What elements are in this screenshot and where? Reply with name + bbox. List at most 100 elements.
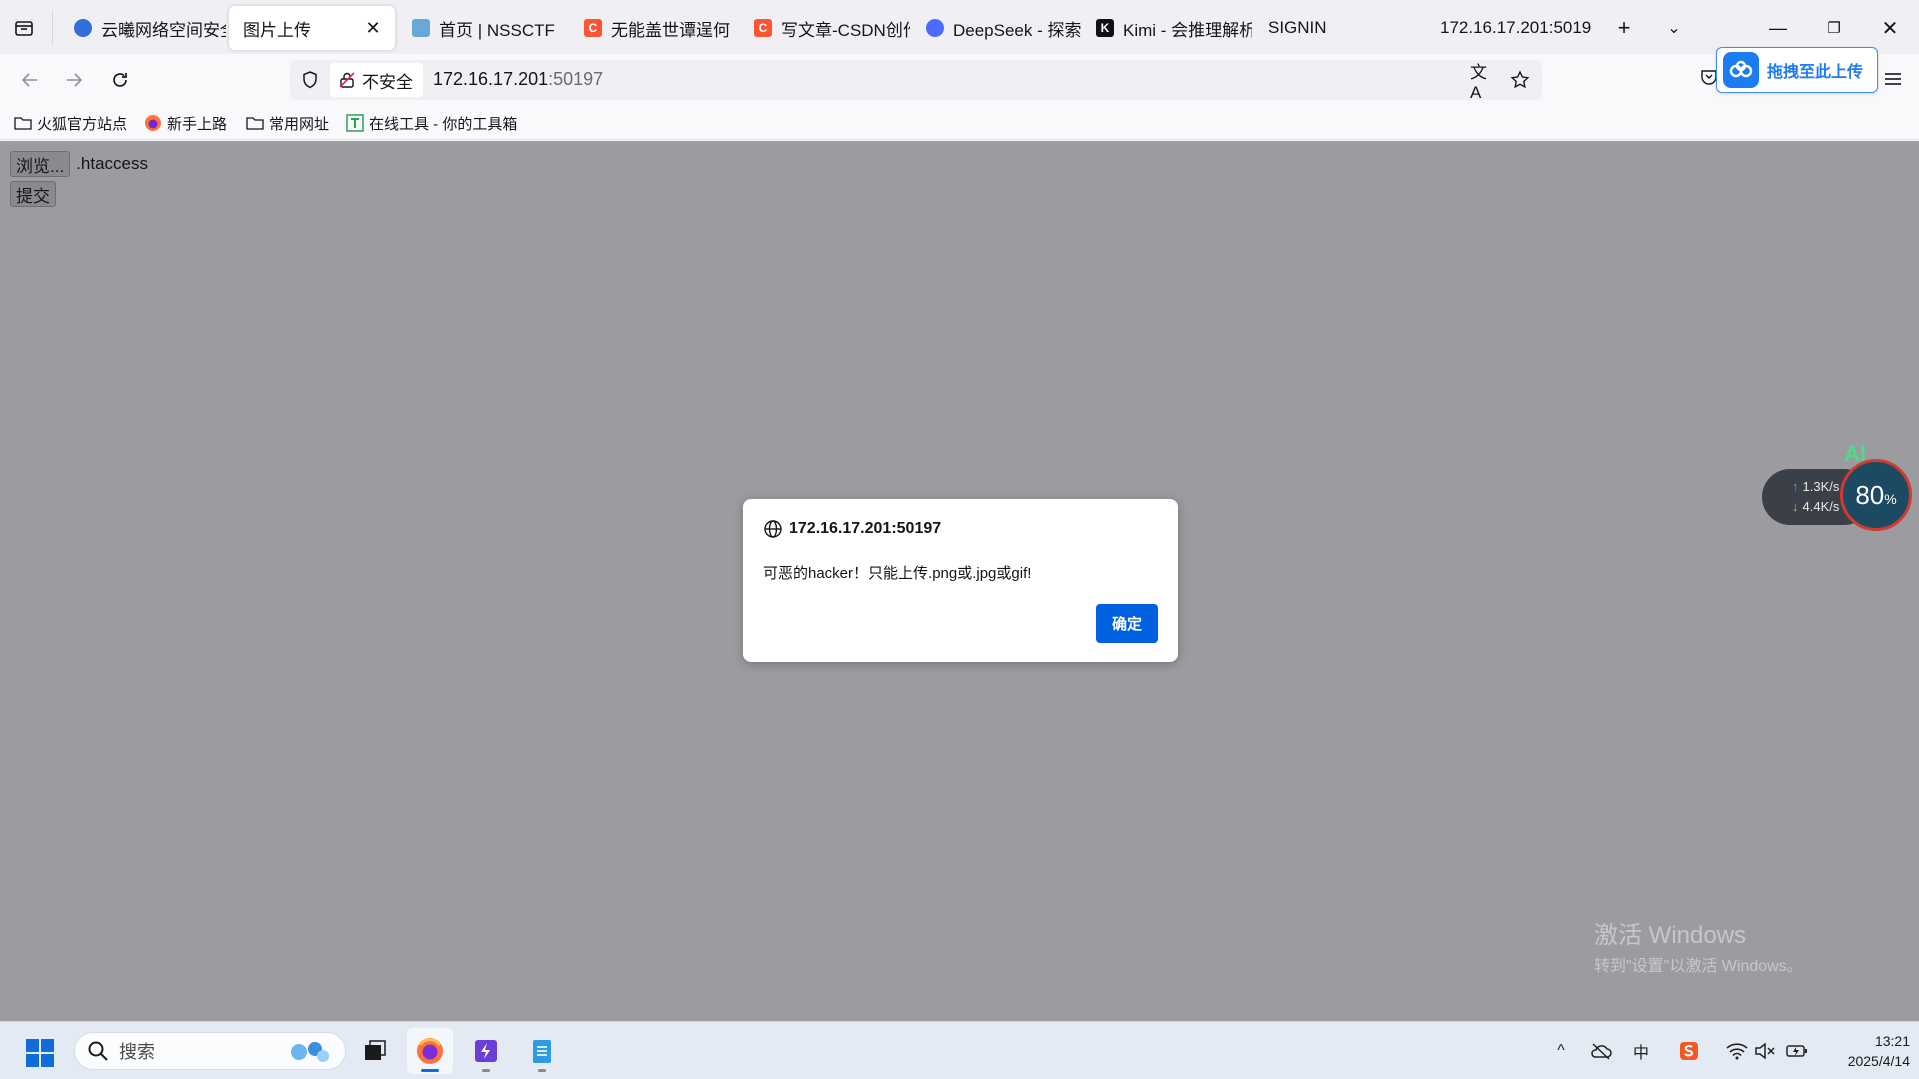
bookmark-star-button[interactable] <box>1506 66 1534 94</box>
taskbar-app-purple[interactable] <box>463 1028 509 1074</box>
search-icon <box>87 1040 109 1062</box>
taskbar-firefox[interactable] <box>407 1028 453 1074</box>
wifi-tray[interactable] <box>1724 1038 1750 1064</box>
dialog-ok-button[interactable]: 确定 <box>1096 604 1158 643</box>
restore-button[interactable]: ❐ <box>1816 10 1852 46</box>
restore-icon: ❐ <box>1827 20 1841 37</box>
tab-label: 无能盖世谭逞何 <box>611 20 730 40</box>
reload-icon <box>113 73 127 87</box>
firefox-icon <box>144 114 162 132</box>
minimize-button[interactable]: — <box>1760 10 1796 46</box>
bookmark-common-sites[interactable]: 常用网址 <box>246 112 329 134</box>
tab-local-server[interactable]: 172.16.17.201:50197 <box>1426 6 1592 50</box>
dialog-message: 可恶的hacker！只能上传.png或.jpg或gif! <box>763 565 1032 582</box>
taskbar-search-box[interactable]: 搜索 <box>74 1032 346 1070</box>
folder-icon <box>246 114 264 132</box>
start-button[interactable] <box>25 1038 55 1068</box>
tab-label: DeepSeek - 探索 <box>953 20 1082 40</box>
url-bar[interactable]: 不安全 172.16.17.201:50197 文A <box>290 60 1542 102</box>
volume-tray[interactable] <box>1752 1038 1778 1064</box>
tab-image-upload[interactable]: 图片上传 ✕ <box>229 6 395 50</box>
ime-indicator[interactable]: 中 <box>1628 1038 1654 1064</box>
gauge-percent-unit: % <box>1884 491 1897 507</box>
tab-label: 172.16.17.201:50197 <box>1440 18 1592 37</box>
nssctf-favicon-icon <box>412 19 430 37</box>
insecure-label: 不安全 <box>362 72 413 92</box>
running-indicator <box>538 1069 546 1072</box>
search-highlight-icon <box>291 1042 329 1062</box>
tracking-protection-icon[interactable] <box>298 68 322 92</box>
cloud-favicon-icon <box>74 19 92 37</box>
bookmark-firefox-official[interactable]: 火狐官方站点 <box>14 112 127 134</box>
alert-dialog: 172.16.17.201:50197 可恶的hacker！只能上传.png或.… <box>743 499 1178 662</box>
tab-deepseek[interactable]: DeepSeek - 探索 <box>912 6 1082 50</box>
taskbar-notepad[interactable] <box>519 1028 565 1074</box>
tab-label: SIGNIN <box>1268 18 1327 37</box>
translate-button[interactable]: 文A <box>1470 63 1498 102</box>
watermark-title: 激活 Windows <box>1594 922 1747 949</box>
upload-speed: ↑ 1.3K/s <box>1792 479 1839 494</box>
tab-csdn-write[interactable]: C 写文章-CSDN创作 <box>740 6 910 50</box>
speaker-muted-icon <box>1755 1042 1775 1060</box>
tab-kimi[interactable]: K Kimi - 会推理解析 <box>1082 6 1252 50</box>
bookmark-label: 新手上路 <box>167 115 228 133</box>
sogou-input-tray[interactable] <box>1676 1038 1702 1064</box>
taskbar-clock[interactable]: 13:21 2025/4/14 <box>1820 1031 1910 1071</box>
windows-logo-icon <box>26 1039 54 1067</box>
network-speed-widget[interactable]: AI ↑ 1.3K/s ↓ 4.4K/s 80% <box>1762 441 1912 533</box>
hamburger-menu-icon <box>1885 73 1901 85</box>
battery-charging-icon <box>1786 1045 1807 1057</box>
file-input-row: 浏览... .htaccess <box>10 151 148 177</box>
tab-label: 首页 | NSSCTF <box>439 20 555 40</box>
app-menu-button[interactable] <box>1878 64 1908 94</box>
tab-label: 写文章-CSDN创作 <box>781 20 910 40</box>
submit-button[interactable]: 提交 <box>10 181 56 207</box>
drag-upload-extension-button[interactable]: 拖拽至此上传 <box>1716 47 1878 93</box>
tab-signin[interactable]: SIGNIN <box>1252 6 1422 50</box>
arrow-up-icon: ↑ <box>1792 479 1799 494</box>
tools-icon <box>346 114 364 132</box>
tab-overflow-button[interactable]: ⌄ <box>1656 10 1692 46</box>
cloud-offline-icon <box>1591 1043 1612 1060</box>
taskbar: 搜索 ^ 中 13:21 2025/4/14 <box>0 1021 1919 1079</box>
bookmark-label: 常用网址 <box>269 115 330 133</box>
deepseek-favicon-icon <box>926 19 944 37</box>
csdn-favicon-icon: C <box>584 19 602 37</box>
url-text[interactable]: 172.16.17.201:50197 <box>433 69 603 90</box>
connection-not-secure-indicator[interactable]: 不安全 <box>330 63 423 97</box>
plus-icon: + <box>1617 15 1631 40</box>
tab-label: 图片上传 <box>243 20 311 40</box>
all-tabs-button[interactable] <box>8 12 40 44</box>
battery-tray[interactable] <box>1784 1038 1810 1064</box>
gauge-percent: 80 <box>1855 479 1885 510</box>
reload-button[interactable] <box>102 62 138 98</box>
tab-separator <box>52 10 53 44</box>
insecure-lock-icon <box>338 71 356 89</box>
tab-strip: 云曦网络空间安全 图片上传 ✕ 首页 | NSSCTF C 无能盖世谭逞何 C … <box>0 0 1919 54</box>
sogou-icon <box>1680 1042 1698 1060</box>
new-tab-button[interactable]: + <box>1606 10 1642 46</box>
tab-yunxi[interactable]: 云曦网络空间安全 <box>60 6 226 50</box>
onedrive-tray[interactable] <box>1588 1038 1614 1064</box>
arrow-down-icon: ↓ <box>1792 499 1799 514</box>
tab-nssctf[interactable]: 首页 | NSSCTF <box>398 6 568 50</box>
show-hidden-icons-button[interactable]: ^ <box>1548 1038 1574 1064</box>
close-window-button[interactable]: ✕ <box>1872 10 1908 46</box>
back-button[interactable] <box>12 62 48 98</box>
bookmark-getting-started[interactable]: 新手上路 <box>144 112 227 134</box>
translate-icon: 文A <box>1470 62 1487 102</box>
tab-csdn-blog[interactable]: C 无能盖世谭逞何 <box>570 6 740 50</box>
chevron-up-icon: ^ <box>1557 1042 1565 1059</box>
task-view-icon <box>365 1040 386 1060</box>
browse-file-button[interactable]: 浏览... <box>10 151 71 177</box>
close-tab-icon[interactable]: ✕ <box>363 18 383 38</box>
forward-button[interactable] <box>56 62 92 98</box>
minimize-icon: — <box>1769 17 1787 38</box>
bookmark-label: 火狐官方站点 <box>37 115 128 133</box>
star-icon <box>1510 70 1530 89</box>
bookmark-online-tools[interactable]: 在线工具 - 你的工具箱 <box>346 112 517 134</box>
taskbar-task-view[interactable] <box>352 1028 398 1074</box>
ime-label: 中 <box>1632 1045 1649 1062</box>
active-indicator <box>421 1069 439 1072</box>
bookmark-label: 在线工具 - 你的工具箱 <box>369 115 518 133</box>
